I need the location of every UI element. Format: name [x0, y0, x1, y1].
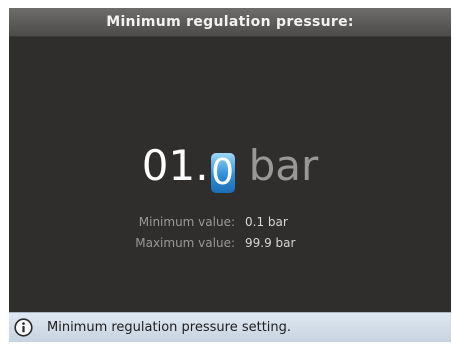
pressure-setting-screen: Minimum regulation pressure: 01.0 bar Min…: [9, 8, 451, 342]
info-message: Minimum regulation pressure setting.: [47, 320, 292, 335]
maximum-value-label: Maximum value:: [135, 236, 235, 250]
active-digit-cursor[interactable]: 0: [210, 153, 235, 193]
screen-title: Minimum regulation pressure:: [9, 8, 451, 37]
info-bar: Minimum regulation pressure setting.: [9, 312, 451, 342]
pressure-value-editor[interactable]: 01.0 bar: [9, 136, 451, 196]
minimum-value-row: Minimum value: 0.1 bar: [9, 212, 451, 233]
maximum-value: 99.9 bar: [245, 236, 296, 250]
pressure-fixed-digits: 01.: [141, 141, 209, 190]
maximum-value-row: Maximum value: 99.9 bar: [9, 233, 451, 254]
minimum-value: 0.1 bar: [245, 215, 288, 229]
minimum-value-label: Minimum value:: [138, 215, 235, 229]
info-icon: [14, 318, 33, 337]
value-limits: Minimum value: 0.1 bar Maximum value: 99…: [9, 212, 451, 254]
pressure-unit: bar: [248, 141, 319, 190]
